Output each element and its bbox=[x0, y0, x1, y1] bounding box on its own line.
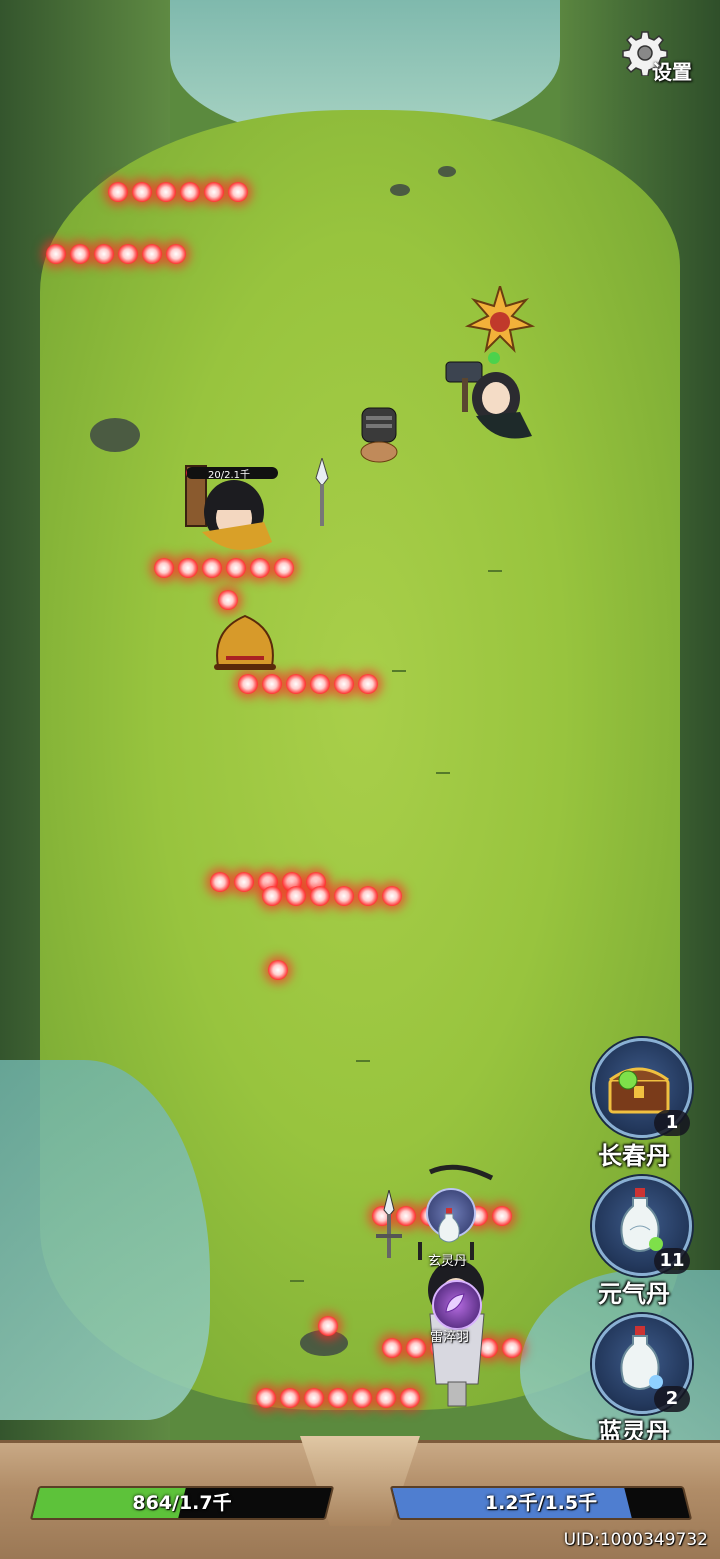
enemy-bullet bbox=[204, 182, 224, 202]
enemy-bullet bbox=[310, 674, 330, 694]
enemy-bullet bbox=[268, 960, 288, 980]
enemy-bullet bbox=[286, 674, 306, 694]
player-mana-bar: 1.2千/1.5千 bbox=[389, 1486, 693, 1520]
enemy-bullet bbox=[318, 1316, 338, 1336]
enemy-bullet bbox=[118, 244, 138, 264]
enemy-bullet bbox=[334, 886, 354, 906]
pill-slot-changchun[interactable]: 1 长春丹 bbox=[592, 1038, 692, 1198]
grass-tuft bbox=[436, 762, 450, 774]
rock bbox=[438, 166, 456, 177]
game-viewport[interactable]: 设置 20/2.1千 玄灵丹 雷淬羽 1 长春丹 11 元气丹 2 蓝灵丹 86… bbox=[0, 0, 720, 1559]
enemy-bullet bbox=[382, 1338, 402, 1358]
white-vase-icon bbox=[620, 1326, 663, 1390]
enemy-bullet bbox=[262, 674, 282, 694]
enemy-bullet bbox=[210, 872, 230, 892]
enemy-bullet bbox=[94, 244, 114, 264]
enemy-bullet bbox=[352, 1388, 372, 1408]
enemy-bullet bbox=[310, 886, 330, 906]
feather-icon bbox=[445, 1293, 465, 1313]
pill-name: 元气丹 bbox=[598, 1280, 670, 1308]
grass-tuft bbox=[488, 560, 502, 572]
enemy-bullet bbox=[256, 1388, 276, 1408]
enemy-bullet bbox=[376, 1388, 396, 1408]
white-vase-icon bbox=[620, 1188, 663, 1252]
enemy-bullet bbox=[234, 872, 254, 892]
enemy-bullet bbox=[156, 182, 176, 202]
enemy-bullet bbox=[358, 674, 378, 694]
rock bbox=[390, 184, 410, 196]
enemy-bullet bbox=[218, 590, 238, 610]
settings-button[interactable]: 设置 bbox=[622, 30, 702, 84]
skill-label: 玄灵丹 bbox=[428, 1254, 468, 1269]
skill-label: 雷淬羽 bbox=[430, 1330, 470, 1345]
orbiting-spear bbox=[376, 1190, 402, 1258]
enemy-bullet bbox=[132, 182, 152, 202]
enemy-bullet bbox=[358, 886, 378, 906]
pill-slot-yuanqi[interactable]: 11 元气丹 bbox=[592, 1176, 692, 1336]
enemy-bullet bbox=[262, 886, 282, 906]
enemy-bullet bbox=[334, 674, 354, 694]
grass-tuft bbox=[392, 660, 406, 672]
enemy-bullet bbox=[328, 1388, 348, 1408]
enemy-bullet bbox=[304, 1388, 324, 1408]
white-vase-icon bbox=[438, 1208, 460, 1243]
enemy-bullet bbox=[166, 244, 186, 264]
settings-label: 设置 bbox=[652, 60, 692, 84]
enemy-bullet bbox=[238, 674, 258, 694]
fist-projectile bbox=[360, 407, 398, 463]
treasure-chest-icon bbox=[608, 1067, 670, 1114]
player-mana-text: 1.2千/1.5千 bbox=[484, 1492, 598, 1514]
hammer-warrior-enemy bbox=[445, 286, 536, 439]
enemy-bullet bbox=[286, 886, 306, 906]
enemy-bullet bbox=[70, 244, 90, 264]
enemy-health-bar: 20/2.1千 bbox=[186, 467, 278, 479]
user-id: UID:1000349732 bbox=[563, 1530, 708, 1550]
enemy-bullet bbox=[154, 558, 174, 578]
enemy-bullet bbox=[180, 182, 200, 202]
grass-tuft bbox=[356, 1050, 370, 1062]
enemy-bullet bbox=[280, 1388, 300, 1408]
player-health-bar: 864/1.7千 bbox=[29, 1486, 335, 1520]
enemy-bullet bbox=[228, 182, 248, 202]
pill-name: 长春丹 bbox=[598, 1142, 670, 1170]
golden-bell-enemy bbox=[214, 614, 276, 670]
enemy-bullet bbox=[142, 244, 162, 264]
grass-tuft bbox=[290, 1270, 304, 1282]
pill-count: 2 bbox=[654, 1386, 690, 1412]
enemy-health-text: 20/2.1千 bbox=[208, 470, 250, 479]
enemy-bullet bbox=[108, 182, 128, 202]
enemy-bullet bbox=[382, 886, 402, 906]
rock bbox=[90, 418, 140, 452]
spear-projectile bbox=[315, 458, 329, 526]
player-health-text: 864/1.7千 bbox=[132, 1492, 232, 1514]
pill-count: 1 bbox=[654, 1110, 690, 1136]
pill-count: 11 bbox=[654, 1248, 690, 1274]
enemy-bullet bbox=[46, 244, 66, 264]
